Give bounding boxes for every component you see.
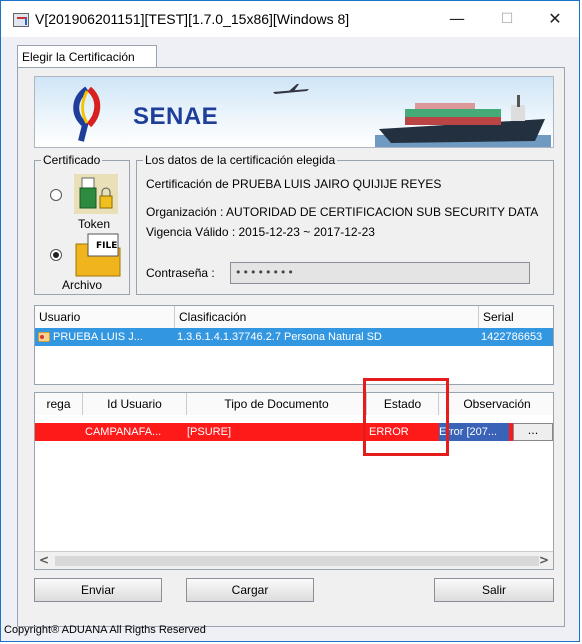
file-icon-text: FILE bbox=[96, 241, 117, 251]
senae-logo-icon bbox=[73, 86, 101, 142]
salir-button[interactable]: Salir bbox=[434, 578, 554, 602]
estado-highlight-box bbox=[363, 378, 449, 456]
token-radio[interactable] bbox=[50, 189, 62, 201]
scroll-track[interactable] bbox=[55, 556, 539, 566]
cell-clasificacion: 1.3.6.1.4.1.37746.2.7 Persona Natural SD bbox=[177, 331, 382, 343]
airplane-icon bbox=[273, 84, 309, 94]
scroll-right-arrow[interactable]: > bbox=[539, 553, 549, 567]
datos-legend: Los datos de la certificación elegida bbox=[145, 153, 336, 167]
senae-banner: SENAE bbox=[34, 76, 554, 148]
col-entrega[interactable]: rega bbox=[35, 393, 83, 415]
cell-observacion: Error [207... bbox=[439, 423, 509, 441]
archivo-label: Archivo bbox=[62, 278, 103, 292]
cargar-button[interactable]: Cargar bbox=[186, 578, 314, 602]
java-app-icon bbox=[13, 13, 29, 27]
token-label: Token bbox=[78, 217, 111, 231]
col-observacion[interactable]: Observación bbox=[439, 393, 553, 415]
senae-logo-text: SENAE bbox=[133, 103, 219, 130]
tab-strip: Elegir la Certificación bbox=[1, 37, 579, 67]
table-row[interactable]: PRUEBA LUIS J... 1.3.6.1.4.1.37746.2.7 P… bbox=[35, 328, 553, 346]
minimize-button[interactable]: — bbox=[437, 7, 477, 31]
col-id-usuario[interactable]: Id Usuario bbox=[83, 393, 187, 415]
window-title: V[201906201151][TEST][1.7.0_15x86][Windo… bbox=[35, 11, 350, 27]
observacion-more-button[interactable]: ... bbox=[513, 423, 553, 441]
password-field[interactable]: •••••••• bbox=[230, 262, 530, 284]
scroll-left-arrow[interactable]: < bbox=[39, 553, 49, 567]
file-folder-icon: FILE bbox=[75, 233, 121, 277]
cell-tipo-documento: [PSURE] bbox=[187, 426, 232, 438]
table-row[interactable]: CAMPANAFA... [PSURE] ERROR Error [207...… bbox=[35, 423, 553, 441]
cell-serial: 1422786653 bbox=[481, 331, 543, 343]
certificate-table: Usuario Clasificación Serial PRUEBA LUIS… bbox=[34, 305, 554, 385]
organizacion-text: Organización : AUTORIDAD DE CERTIFICACIO… bbox=[146, 205, 539, 219]
certificacion-text: Certificación de PRUEBA LUIS JAIRO QUIJI… bbox=[146, 177, 442, 191]
col-serial[interactable]: Serial bbox=[479, 306, 553, 328]
documents-table: rega Id Usuario Tipo de Documento Estado… bbox=[34, 392, 554, 570]
cell-usuario: PRUEBA LUIS J... bbox=[53, 331, 143, 343]
cell-id-usuario: CAMPANAFA... bbox=[85, 426, 162, 438]
col-usuario[interactable]: Usuario bbox=[35, 306, 175, 328]
maximize-button[interactable]: ☐ bbox=[487, 7, 527, 31]
vigencia-text: Vigencia Válido : 2015-12-23 ~ 2017-12-2… bbox=[146, 225, 375, 239]
tab-elegir-certificacion[interactable]: Elegir la Certificación bbox=[17, 45, 157, 67]
usb-token-icon bbox=[74, 174, 118, 214]
certificate-icon bbox=[38, 332, 50, 342]
enviar-button[interactable]: Enviar bbox=[34, 578, 162, 602]
cell-entrega bbox=[37, 423, 81, 441]
copyright-footer: Copyright® ADUANA All Rigths Reserved bbox=[4, 624, 206, 636]
password-label: Contraseña : bbox=[146, 266, 215, 280]
col-tipo-documento[interactable]: Tipo de Documento bbox=[187, 393, 367, 415]
horizontal-scrollbar[interactable]: < > bbox=[35, 551, 553, 569]
close-button[interactable]: ✕ bbox=[535, 7, 575, 31]
title-bar: V[201906201151][TEST][1.7.0_15x86][Windo… bbox=[1, 1, 579, 37]
certificado-legend: Certificado bbox=[43, 153, 101, 167]
cargo-ship-icon bbox=[375, 95, 551, 147]
archivo-radio[interactable] bbox=[50, 249, 62, 261]
col-clasificacion[interactable]: Clasificación bbox=[175, 306, 479, 328]
